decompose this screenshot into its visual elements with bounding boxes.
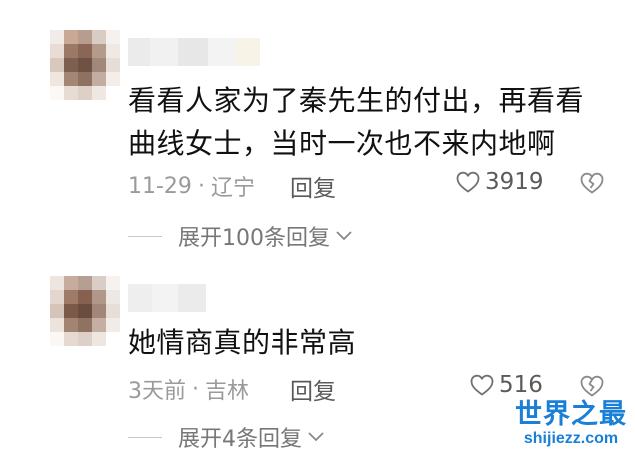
comment-location: 辽宁 xyxy=(210,176,255,201)
reply-button[interactable]: 回复 xyxy=(290,372,336,406)
comment-feed: 看看人家为了秦先生的付出，再看看 曲线女士，当时一次也不来内地啊 11-29 ·… xyxy=(0,0,635,454)
like-button[interactable]: 3919 xyxy=(455,169,544,195)
avatar-blurred[interactable] xyxy=(50,30,120,100)
watermark-url: shijiezz.com xyxy=(523,430,619,447)
meta-separator: · xyxy=(197,173,205,199)
reply-button[interactable]: 回复 xyxy=(290,169,336,203)
comment-text-line-1: 她情商真的非常高 xyxy=(128,326,357,359)
divider-line xyxy=(128,235,162,237)
like-count: 3919 xyxy=(485,169,544,195)
username-blurred[interactable] xyxy=(128,38,260,66)
meta-separator: · xyxy=(192,376,199,402)
heart-outline-icon xyxy=(470,374,494,396)
chevron-down-icon xyxy=(336,231,352,241)
comment-text-line-1: 看看人家为了秦先生的付出，再看看 xyxy=(128,84,585,117)
dislike-button[interactable] xyxy=(579,171,605,199)
chevron-down-icon xyxy=(308,432,324,442)
expand-replies-label: 展开4条回复 xyxy=(178,427,302,452)
avatar-blurred[interactable] xyxy=(50,276,120,346)
expand-replies-label: 展开100条回复 xyxy=(178,226,330,251)
comment-meta: 11-29 · 辽宁 xyxy=(128,170,255,202)
comment-date: 11-29 xyxy=(128,173,192,199)
broken-heart-icon xyxy=(580,172,604,194)
comment-meta: 3天前 · 吉林 xyxy=(128,373,249,405)
divider-line xyxy=(128,436,162,438)
heart-outline-icon xyxy=(456,171,480,193)
watermark-logo: 世界之最 shijiezz.com xyxy=(515,400,627,448)
comment-text-line-2: 曲线女士，当时一次也不来内地啊 xyxy=(128,127,556,160)
broken-heart-icon xyxy=(580,375,604,397)
expand-replies-button[interactable]: 展开100条回复 xyxy=(128,220,354,252)
watermark-title: 世界之最 xyxy=(515,399,627,430)
like-count: 516 xyxy=(499,372,543,398)
dislike-button[interactable] xyxy=(579,374,605,402)
comment-location: 吉林 xyxy=(205,379,250,404)
username-blurred[interactable] xyxy=(128,284,206,312)
comment-date: 3天前 xyxy=(128,379,186,404)
like-button[interactable]: 516 xyxy=(469,372,543,398)
expand-replies-button[interactable]: 展开4条回复 xyxy=(128,421,326,453)
